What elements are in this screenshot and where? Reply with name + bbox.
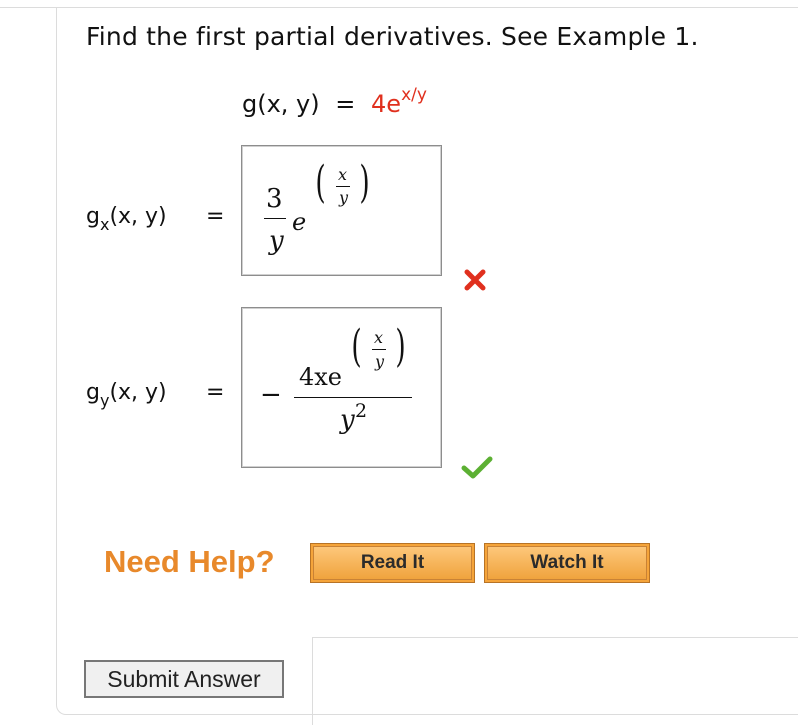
gy-label: gy(x, y): [86, 380, 167, 411]
gx-exp-den: y: [339, 188, 349, 207]
gx-exp-bar: [336, 186, 350, 187]
gx-base: e: [292, 208, 307, 236]
question-text: Find the first partial derivatives. See …: [86, 22, 699, 51]
gx-fraction-bar: [264, 218, 286, 219]
watch-it-label: Watch It: [487, 546, 647, 580]
read-it-button[interactable]: Read It: [310, 543, 475, 583]
function-exponent: x/y: [401, 85, 427, 105]
function-lhs: g(x, y): [242, 90, 320, 118]
correct-checkmark-icon: [461, 456, 493, 479]
gy-args: (x, y): [109, 380, 167, 405]
gx-rparen: ): [359, 157, 370, 208]
gx-sub: x: [99, 215, 110, 235]
watch-it-button[interactable]: Watch It: [484, 543, 650, 583]
gy-exp-den: y: [375, 352, 385, 371]
gx-args: (x, y): [109, 204, 167, 229]
gy-sub: y: [99, 391, 110, 411]
function-coeff: 4e: [371, 90, 402, 118]
function-equals: =: [335, 90, 356, 118]
answer-box-gx[interactable]: 3 y e ( x y ): [241, 145, 442, 276]
gy-rparen: ): [395, 321, 406, 372]
gy-den-base: y: [340, 405, 355, 435]
need-help-label: Need Help?: [104, 544, 275, 579]
function-rhs: 4ex/y: [371, 85, 427, 118]
gy-lparen: (: [351, 321, 362, 372]
gx-func: g: [86, 204, 100, 229]
read-it-label: Read It: [313, 546, 472, 580]
answer-box-gy[interactable]: − 4xe ( x y ) y 2: [241, 307, 442, 468]
gy-num-text: 4xe: [299, 363, 343, 391]
gy-den-exp: 2: [355, 400, 368, 422]
submit-answer-button[interactable]: Submit Answer: [84, 660, 284, 698]
side-frame: [312, 637, 798, 725]
gx-label: gx(x, y): [86, 204, 167, 235]
gx-equals: =: [206, 204, 225, 229]
gx-lparen: (: [315, 157, 326, 208]
gy-equals: =: [206, 380, 225, 405]
gy-exp-num: x: [374, 328, 384, 347]
gy-sign: −: [260, 380, 282, 410]
gx-numerator: 3: [266, 184, 283, 214]
gx-exp-num: x: [338, 165, 348, 184]
gy-exp-bar: [372, 349, 386, 350]
given-function: g(x, y) = 4ex/y: [242, 85, 427, 118]
gy-fraction-bar: [294, 397, 412, 398]
incorrect-x-icon: [464, 269, 486, 291]
gx-denominator: y: [269, 226, 284, 256]
gy-func: g: [86, 380, 100, 405]
